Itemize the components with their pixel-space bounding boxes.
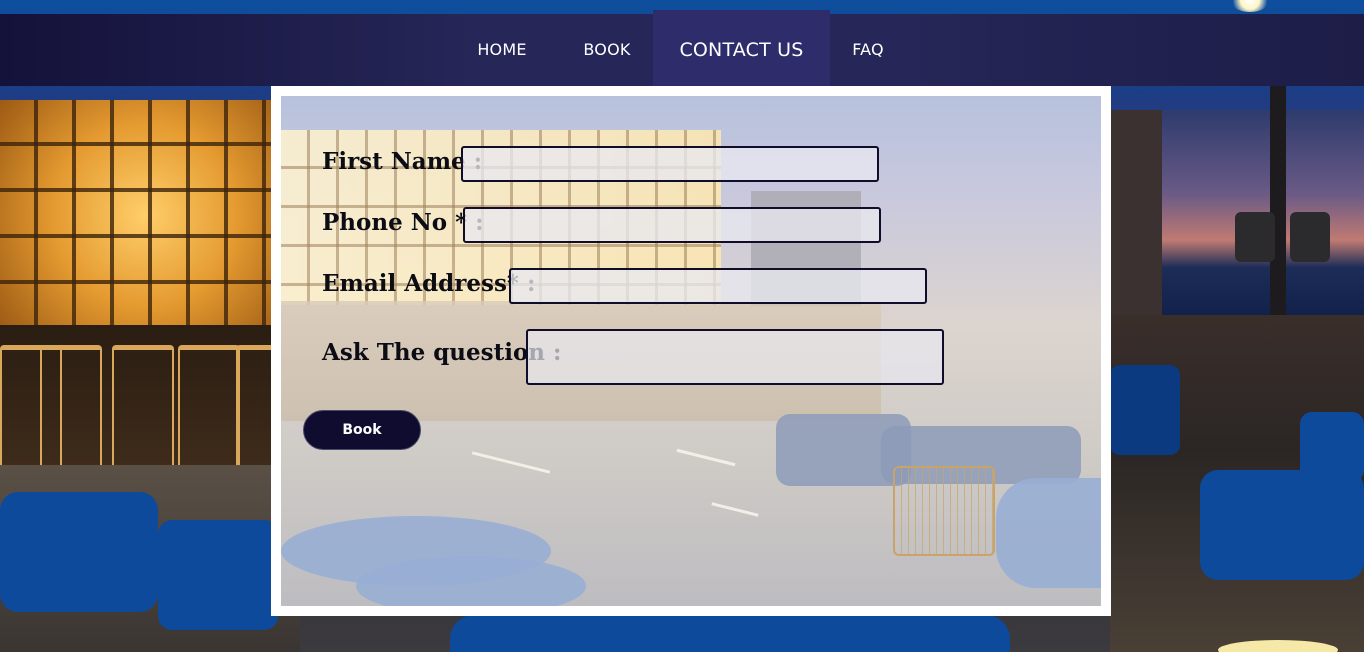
lounge-sofa [158,520,278,630]
question-textarea[interactable] [526,329,944,385]
phone-label: Phone No * : [322,209,484,236]
bar-stool [178,345,240,470]
first-name-field[interactable] [461,146,879,182]
main-navbar: HOME BOOK CONTACT US FAQ [0,10,1364,90]
lounge-sofa [450,615,1010,652]
lounge-sofa [1200,470,1364,580]
email-field[interactable] [509,268,927,304]
floor-light [676,448,736,467]
phone-field[interactable] [463,207,881,243]
first-name-label: First Name : [322,148,483,175]
cushion [1110,365,1180,455]
speaker-pole [1270,86,1286,316]
side-table [893,466,995,556]
speaker [1290,212,1330,262]
bar-stool [112,345,174,470]
email-label: Email Address* : [322,270,536,297]
nav-book[interactable]: BOOK [564,14,650,86]
pouf [356,556,586,606]
lounge-sofa [1300,412,1364,482]
nav-home[interactable]: HOME [458,14,546,86]
sun-glare [1230,0,1270,12]
lounge-sofa [0,492,158,612]
bar-stool [40,345,102,470]
book-button[interactable]: Book [303,410,421,450]
speaker [1235,212,1275,262]
contact-form-panel: First Name : Phone No * : Email Address*… [271,86,1111,616]
pillar [1110,110,1162,320]
floor-light [471,451,551,474]
form-area: First Name : Phone No * : Email Address*… [281,96,1101,606]
nav-faq[interactable]: FAQ [836,14,900,86]
floor-light [711,502,759,517]
nav-contact-us[interactable]: CONTACT US [653,10,830,90]
bar-shelf [0,100,290,330]
pouf [996,478,1101,588]
